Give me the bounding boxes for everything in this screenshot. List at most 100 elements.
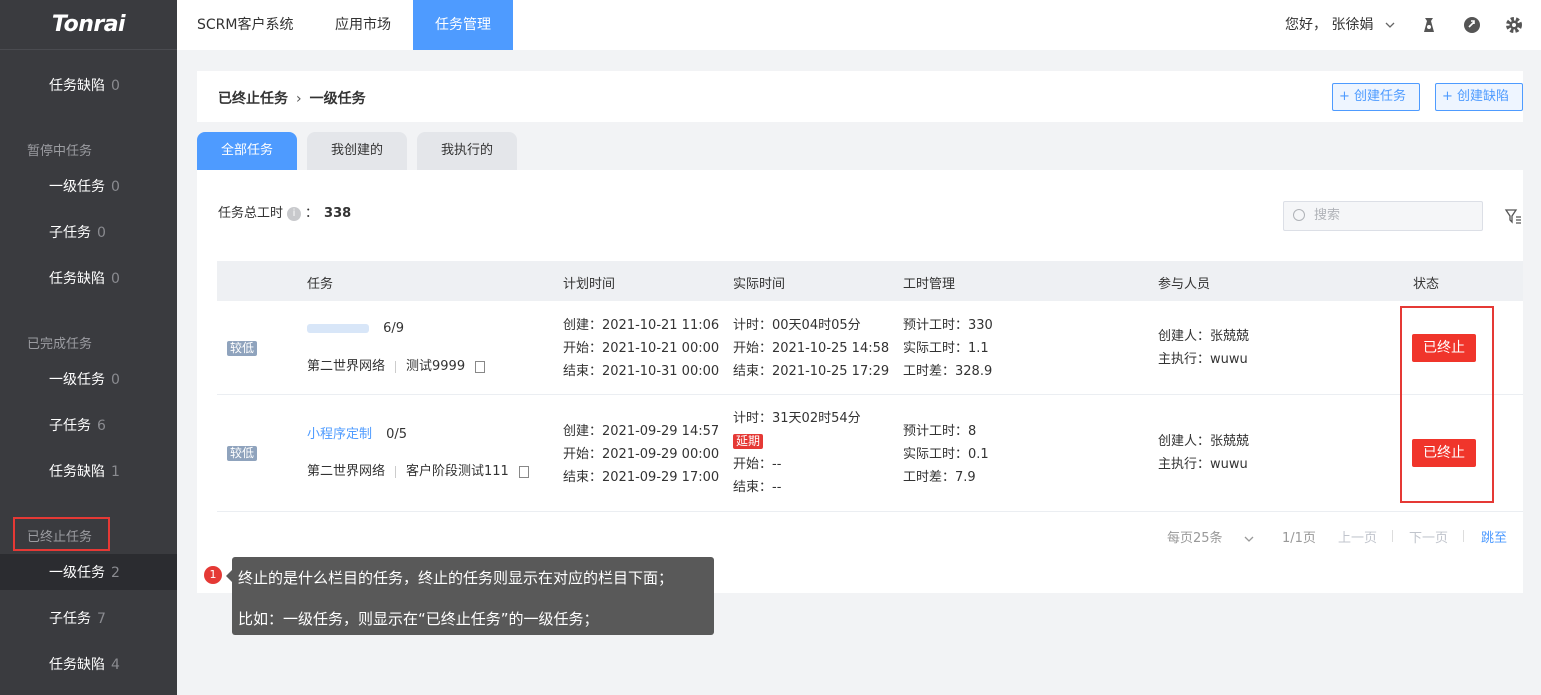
page-size-select[interactable]: 每页25条	[1167, 527, 1255, 546]
total-hours: 任务总工时 i： 338	[218, 202, 351, 221]
priority-badge: 较低	[227, 446, 258, 461]
sidebar-item-paused-defect[interactable]: 任务缺陷 0	[49, 268, 120, 288]
divider	[395, 360, 397, 373]
breadcrumb-parent[interactable]: 已终止任务	[218, 91, 288, 107]
task-progress: 6/9	[383, 321, 405, 336]
task-meta: 第二世界网络 测试9999	[307, 355, 486, 378]
tab-assigned-to-me[interactable]: 我执行的	[417, 132, 517, 170]
plan-start: 开始：2021-10-21 00:00	[563, 341, 720, 356]
row-divider	[217, 511, 1523, 512]
late-tag: 延期	[733, 434, 764, 449]
tooltip-line-2: 比如：一级任务，则显示在“已终止任务”的一级任务；	[238, 610, 599, 628]
task-panel: 任务总工时 i： 338 搜索 任务 计划时间 实际时间 工时管理 参与人员 状态 …	[197, 170, 1523, 593]
sidebar-item-completed-level1[interactable]: 一级任务 0	[49, 369, 120, 389]
task-project[interactable]: 测试9999	[406, 359, 465, 374]
creator: 创建人：张兢兢	[1158, 329, 1250, 344]
logo-area: Tonrai	[0, 0, 177, 50]
sidebar-item-label: 任务缺陷	[49, 657, 105, 673]
sidebar-item-completed-defect[interactable]: 任务缺陷 1	[49, 461, 120, 481]
nav-scrm[interactable]: SCRM客户系统	[197, 0, 293, 50]
task-project[interactable]: 客户阶段测试111	[406, 464, 509, 479]
user-greeting[interactable]: 您好， 张徐娟	[1285, 0, 1396, 50]
sidebar-group-paused: 暂停中任务	[27, 144, 93, 159]
info-icon[interactable]: i	[287, 206, 302, 221]
sidebar-item-completed-subtask[interactable]: 子任务 6	[49, 415, 106, 435]
chevron-down-icon	[1385, 22, 1395, 28]
actual-timer: 计时：31天02时54分	[733, 411, 861, 426]
actual-end: 结束：2021-10-25 17:29	[733, 364, 890, 379]
hours-actual: 实际工时：0.1	[903, 447, 989, 462]
sidebar-item-count: 0	[97, 225, 106, 241]
next-page-button[interactable]: 下一页	[1409, 527, 1448, 546]
nav-task-management[interactable]: 任务管理	[413, 0, 513, 50]
plan-time: 创建：2021-10-21 11:06 开始：2021-10-21 00:00 …	[563, 314, 719, 383]
page-indicator: 1/1页	[1282, 531, 1316, 546]
plan-created: 创建：2021-10-21 11:06	[563, 318, 720, 333]
creator: 创建人：张兢兢	[1158, 434, 1250, 449]
sidebar-item-paused-subtask[interactable]: 子任务 0	[49, 222, 106, 242]
task-title: 小程序定制 0/5	[307, 423, 407, 446]
panel-header: 已终止任务 › 一级任务 + 创建任务 + 创建缺陷	[197, 71, 1523, 122]
filter-icon[interactable]	[1504, 207, 1522, 225]
document-icon[interactable]	[475, 360, 486, 373]
task-company: 第二世界网络	[307, 359, 386, 374]
plan-time: 创建：2021-09-29 14:57 开始：2021-09-29 00:00 …	[563, 420, 719, 489]
link-icon[interactable]	[1462, 15, 1482, 35]
jump-to-page-button[interactable]: 跳至	[1481, 527, 1507, 546]
prev-page-button[interactable]: 上一页	[1338, 527, 1377, 546]
hours-estimated: 预计工时：8	[903, 424, 977, 439]
sidebar-item-count: 0	[111, 372, 120, 388]
page-size-label: 每页25条	[1167, 531, 1223, 546]
create-task-button[interactable]: + 创建任务	[1332, 83, 1420, 111]
divider	[1463, 530, 1464, 542]
search-input[interactable]: 搜索	[1283, 201, 1483, 231]
document-icon[interactable]	[518, 465, 529, 478]
sidebar-item-terminated-subtask[interactable]: 子任务 7	[49, 608, 106, 628]
sidebar-item-label: 任务缺陷	[49, 271, 105, 287]
task-name-link[interactable]: 小程序定制	[307, 427, 372, 442]
sidebar-item-defect[interactable]: 任务缺陷 0	[49, 75, 120, 95]
participants: 创建人：张兢兢 主执行：wuwu	[1158, 325, 1249, 371]
gear-icon[interactable]	[1504, 15, 1524, 35]
executor: 主执行：wuwu	[1158, 457, 1248, 472]
divider	[395, 465, 397, 478]
sidebar-item-count: 1	[111, 464, 120, 480]
search-icon	[1293, 209, 1305, 221]
sidebar-item-count: 0	[111, 271, 120, 287]
actual-time: 计时：31天02时54分 延期 开始：-- 结束：--	[733, 407, 861, 499]
column-header-actual-time: 实际时间	[733, 277, 786, 292]
hours-management: 预计工时：330 实际工时：1.1 工时差：328.9	[903, 314, 993, 383]
breadcrumb-current: 一级任务	[309, 91, 366, 107]
hours-diff: 工时差：328.9	[903, 364, 993, 379]
tab-all-tasks[interactable]: 全部任务	[197, 132, 297, 170]
sidebar-item-label: 子任务	[49, 418, 91, 434]
sidebar-item-count: 0	[111, 179, 120, 195]
priority-badge: 较低	[227, 341, 258, 356]
task-progress: 0/5	[386, 427, 408, 442]
bag-icon[interactable]	[1419, 15, 1439, 35]
sidebar-item-paused-level1[interactable]: 一级任务 0	[49, 176, 120, 196]
app-logo[interactable]: Tonrai	[52, 12, 126, 37]
task-meta: 第二世界网络 客户阶段测试111	[307, 460, 529, 483]
column-header-plan-time: 计划时间	[563, 277, 616, 292]
divider	[1392, 530, 1393, 542]
column-header-task: 任务	[307, 277, 334, 292]
hours-actual: 实际工时：1.1	[903, 341, 989, 356]
annotation-number-badge: 1	[204, 566, 222, 584]
nav-app-market[interactable]: 应用市场	[335, 0, 391, 50]
sidebar-item-label: 一级任务	[49, 565, 105, 581]
actual-start: 开始：2021-10-25 14:58	[733, 341, 890, 356]
tab-created-by-me[interactable]: 我创建的	[307, 132, 407, 170]
sidebar-item-terminated-level1[interactable]: 一级任务 2	[49, 562, 120, 582]
user-greeting-text: 您好， 张徐娟	[1285, 17, 1374, 33]
sidebar-item-label: 任务缺陷	[49, 78, 105, 94]
tooltip-line-1: 终止的是什么栏目的任务，终止的任务则显示在对应的栏目下面；	[238, 569, 674, 587]
create-defect-button[interactable]: + 创建缺陷	[1435, 83, 1523, 111]
task-name-redacted[interactable]	[307, 324, 369, 333]
task-company: 第二世界网络	[307, 464, 386, 479]
sidebar-item-label: 一级任务	[49, 372, 105, 388]
sidebar-item-terminated-defect[interactable]: 任务缺陷 4	[49, 654, 120, 674]
sidebar-item-label: 子任务	[49, 611, 91, 627]
task-title: 6/9	[307, 317, 404, 340]
sidebar-item-label: 子任务	[49, 225, 91, 241]
